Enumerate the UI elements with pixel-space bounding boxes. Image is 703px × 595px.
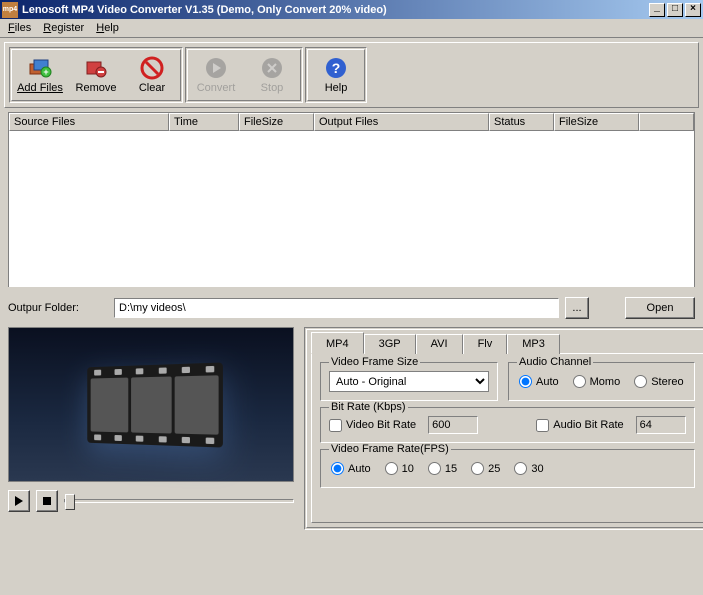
framerate-label: Video Frame Rate(FPS) [329, 443, 451, 455]
menu-register[interactable]: Register [37, 20, 90, 36]
help-label: Help [325, 82, 348, 94]
clear-icon [140, 56, 164, 80]
player-controls [8, 490, 294, 512]
audio-channel-label: Audio Channel [517, 356, 593, 368]
window-title: Lenosoft MP4 Video Converter V1.35 (Demo… [22, 4, 649, 16]
list-body[interactable] [9, 131, 694, 287]
remove-button[interactable]: Remove [68, 50, 124, 100]
seek-slider[interactable] [64, 499, 294, 503]
add-files-icon: + [28, 56, 52, 80]
tab-3gp[interactable]: 3GP [364, 334, 416, 354]
radio-fps-10[interactable]: 10 [385, 462, 414, 475]
radio-fps-auto[interactable]: Auto [331, 462, 371, 475]
app-icon: mp4 [2, 2, 18, 18]
col-filesize[interactable]: FileSize [239, 113, 314, 131]
video-frame-size-group: Video Frame Size Auto - Original [320, 362, 498, 401]
maximize-button[interactable]: □ [667, 3, 683, 17]
browse-button[interactable]: ... [565, 297, 589, 319]
stop-button: Stop [244, 50, 300, 100]
bitrate-group: Bit Rate (Kbps) Video Bit Rate Audio Bit… [320, 407, 695, 443]
stop-label: Stop [261, 82, 284, 94]
tab-avi[interactable]: AVI [416, 334, 463, 354]
help-icon: ? [324, 56, 348, 80]
convert-icon [204, 56, 228, 80]
help-button[interactable]: ? Help [308, 50, 364, 100]
format-tabs: MP4 3GP AVI Flv MP3 [311, 334, 703, 354]
audio-bitrate-input[interactable] [636, 416, 686, 434]
clear-label: Clear [139, 82, 165, 94]
output-folder-row: Outpur Folder: ... Open [8, 297, 695, 319]
col-status[interactable]: Status [489, 113, 554, 131]
tab-mp3[interactable]: MP3 [507, 334, 560, 354]
remove-icon [84, 56, 108, 80]
tab-flv[interactable]: Flv [463, 334, 508, 354]
menu-files[interactable]: Files [2, 20, 37, 36]
video-frame-size-label: Video Frame Size [329, 356, 420, 368]
audio-channel-group: Audio Channel Auto Momo Stereo [508, 362, 695, 401]
convert-button: Convert [188, 50, 244, 100]
col-filesize2[interactable]: FileSize [554, 113, 639, 131]
audio-bitrate-checkbox[interactable]: Audio Bit Rate [536, 419, 623, 432]
svg-text:?: ? [332, 60, 341, 76]
col-outputfiles[interactable]: Output Files [314, 113, 489, 131]
radio-fps-15[interactable]: 15 [428, 462, 457, 475]
col-time[interactable]: Time [169, 113, 239, 131]
video-bitrate-checkbox[interactable]: Video Bit Rate [329, 419, 416, 432]
preview-panel [8, 327, 294, 530]
list-header: Source Files Time FileSize Output Files … [9, 113, 694, 131]
tab-content: Video Frame Size Auto - Original Audio C… [311, 353, 703, 523]
toolbar: + Add Files Remove Clear Convert Stop ? … [4, 42, 699, 108]
menubar: Files Register Help [0, 19, 703, 38]
col-spacer [639, 113, 694, 131]
radio-mono[interactable]: Momo [573, 375, 621, 388]
radio-fps-30[interactable]: 30 [514, 462, 543, 475]
minimize-button[interactable]: _ [649, 3, 665, 17]
play-button[interactable] [8, 490, 30, 512]
col-sourcefiles[interactable]: Source Files [9, 113, 169, 131]
clear-button[interactable]: Clear [124, 50, 180, 100]
file-list[interactable]: Source Files Time FileSize Output Files … [8, 112, 695, 287]
svg-text:+: + [43, 67, 48, 77]
preview-image [8, 327, 294, 482]
stop-playback-button[interactable] [36, 490, 58, 512]
convert-label: Convert [197, 82, 236, 94]
video-bitrate-input[interactable] [428, 416, 478, 434]
titlebar: mp4 Lenosoft MP4 Video Converter V1.35 (… [0, 0, 703, 19]
radio-auto-channel[interactable]: Auto [519, 375, 559, 388]
bitrate-label: Bit Rate (Kbps) [329, 401, 408, 413]
tab-mp4[interactable]: MP4 [311, 332, 364, 354]
settings-panel: MP4 3GP AVI Flv MP3 Video Frame Size Aut… [304, 327, 703, 530]
framerate-group: Video Frame Rate(FPS) Auto 10 15 25 30 [320, 449, 695, 488]
menu-help[interactable]: Help [90, 20, 125, 36]
output-folder-label: Outpur Folder: [8, 302, 108, 314]
add-files-button[interactable]: + Add Files [12, 50, 68, 100]
seek-thumb[interactable] [65, 494, 75, 510]
add-files-label: Add Files [17, 82, 63, 94]
radio-fps-25[interactable]: 25 [471, 462, 500, 475]
stop-icon [260, 56, 284, 80]
frame-size-select[interactable]: Auto - Original [329, 371, 489, 392]
close-button[interactable]: × [685, 3, 701, 17]
radio-stereo[interactable]: Stereo [634, 375, 683, 388]
remove-label: Remove [76, 82, 117, 94]
film-strip-icon [87, 362, 223, 447]
output-folder-input[interactable] [114, 298, 559, 318]
open-button[interactable]: Open [625, 297, 695, 319]
